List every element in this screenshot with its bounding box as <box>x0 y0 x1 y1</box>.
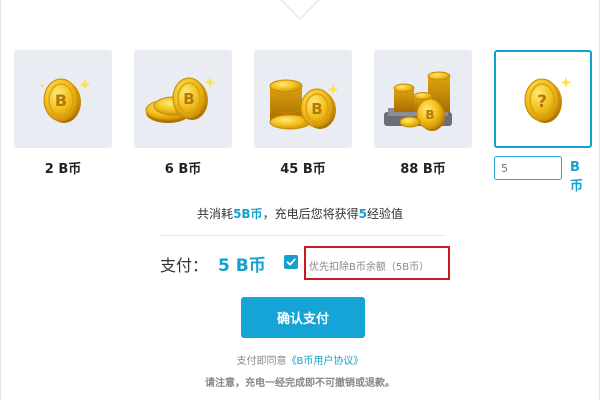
package-label: 6 B币 <box>164 162 202 177</box>
summary-prefix: 共消耗 <box>197 207 234 221</box>
package-custom[interactable]: ? B币 <box>494 50 592 194</box>
question-coin-icon: ? <box>524 77 572 123</box>
summary-cost: 5B币 <box>233 207 263 221</box>
package-tile-custom[interactable]: ? <box>494 50 592 148</box>
confirm-pay-button[interactable]: 确认支付 <box>241 297 365 338</box>
package-tile[interactable]: B <box>374 50 472 148</box>
svg-text:?: ? <box>537 92 547 112</box>
coin-pile-icon: B <box>269 79 339 130</box>
package-tile[interactable]: B <box>14 50 112 148</box>
payment-label: 支付： <box>160 256 209 275</box>
package-label: 45 B币 <box>280 162 326 177</box>
svg-text:B: B <box>311 100 322 118</box>
package-6[interactable]: B 6 B币 <box>134 50 232 177</box>
package-tile[interactable]: B <box>134 50 232 148</box>
package-45[interactable]: B 45 B币 <box>254 50 352 177</box>
summary-middle: ，充电后您将获得 <box>262 207 359 221</box>
divider <box>160 235 444 236</box>
package-label: 2 B币 <box>44 162 82 177</box>
svg-text:B: B <box>425 108 434 122</box>
package-label: 88 B币 <box>400 162 446 177</box>
custom-amount-input[interactable] <box>494 156 562 180</box>
svg-text:B: B <box>183 90 194 108</box>
checkmark-icon <box>286 258 296 266</box>
coin-stack-small-icon: B <box>145 77 216 123</box>
agreement-link[interactable]: 《B币用户协议》 <box>287 356 364 367</box>
payment-amount: 5 B币 <box>218 256 266 276</box>
package-tile[interactable]: B <box>254 50 352 148</box>
svg-text:B: B <box>55 91 67 110</box>
deduct-balance-checkbox[interactable] <box>284 255 298 269</box>
charge-summary: 共消耗5B币，充电后您将获得5经验值 <box>0 205 600 222</box>
custom-amount-unit: B币 <box>570 160 584 194</box>
panel-pointer <box>280 0 320 20</box>
summary-exp: 5 <box>358 207 367 221</box>
coin-cart-icon: B <box>384 71 452 131</box>
package-2[interactable]: B 2 B币 <box>14 50 112 177</box>
summary-suffix: 经验值 <box>366 207 403 221</box>
package-88[interactable]: B 88 B币 <box>374 50 472 177</box>
deduct-balance-label[interactable]: 优先扣除B币余额（5B币） <box>309 258 429 273</box>
single-coin-icon: B <box>40 78 91 123</box>
agreement-text: 支付即同意《B币用户协议》 <box>0 352 600 367</box>
agreement-prefix: 支付即同意 <box>236 356 287 367</box>
refund-notice: 请注意，充电一经完成即不可撤销或退款。 <box>205 378 395 389</box>
